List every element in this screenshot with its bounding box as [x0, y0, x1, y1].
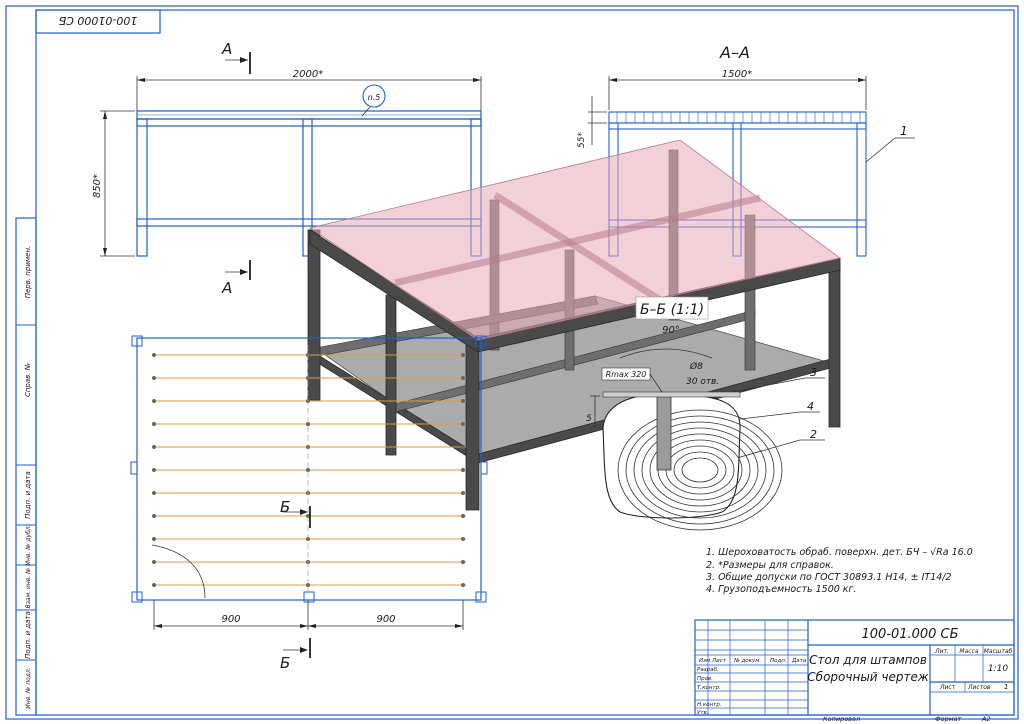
tb-role-1: Разраб. — [697, 667, 719, 673]
tb-col-izm: Изм. — [699, 658, 712, 664]
detail-roughness: Rmax 320 — [606, 370, 647, 379]
section-bb-title: Б–Б (1:1) — [640, 302, 704, 318]
note-4: 4. Грузоподъемность 1500 кг. — [706, 584, 857, 595]
title-scale: 1:10 — [988, 664, 1008, 674]
dim-plan-right: 900 — [376, 614, 395, 625]
tb-role-3: Т.контр. — [697, 685, 721, 691]
title-sheets-count: 1 — [1004, 683, 1008, 691]
note-2: 2. *Размеры для справок. — [706, 560, 834, 571]
title-block: 100-01.000 СБ Стол для штампов Сборочный… — [694, 619, 1015, 716]
strip-label-3: Подп. и дата — [24, 471, 32, 519]
leader-2: 2 — [810, 428, 817, 441]
copied-label: Копировал — [823, 715, 860, 723]
format-label: Формат — [935, 715, 962, 723]
note-1: 1. Шероховатость обраб. поверхн. дет. БЧ… — [706, 547, 973, 558]
left-side-strip: Перв. примен. Справ. № Подп. и дата Инв.… — [15, 217, 37, 716]
leader-3: 3 — [810, 366, 817, 379]
title-sheets: Листов — [967, 684, 991, 691]
dim-front-height: 850* — [92, 174, 103, 198]
tb-role-6: Утв. — [697, 710, 709, 716]
strip-label-5: Взам. инв. № — [25, 568, 32, 609]
section-b-marker-top: Б — [280, 498, 290, 516]
tb-col-sign: Подп. — [770, 658, 787, 664]
title-col-lit: Лит. — [934, 648, 949, 655]
dim-side-width: 1500* — [722, 69, 752, 80]
assembly-drawing-sheet: 100-01000 СБ Перв. примен. Справ. № Подп… — [5, 5, 1019, 723]
title-name-2: Сборочный чертеж — [807, 670, 929, 684]
title-doc-number: 100-01.000 СБ — [861, 627, 958, 642]
detail-angle: 90° — [662, 325, 680, 336]
technical-notes: 1. Шероховатость обраб. поверхн. дет. БЧ… — [706, 547, 973, 595]
tb-col-date: Дата — [791, 658, 807, 664]
format-value: А2 — [981, 715, 991, 723]
dim-plan-left: 900 — [221, 614, 240, 625]
section-a-marker-top: А — [221, 40, 232, 58]
strip-label-2: Справ. № — [24, 363, 32, 397]
detail-depth: 5 — [586, 414, 592, 424]
tb-col-doc: № докум. — [733, 658, 761, 664]
note-3: 3. Общие допуски по ГОСТ 30893.1 Н14, ± … — [706, 572, 952, 583]
section-aa-title: А–А — [719, 43, 750, 62]
tb-role-5: Н.контр. — [697, 702, 722, 708]
title-sheet: Лист — [939, 684, 956, 691]
title-col-mass: Масса — [959, 648, 978, 655]
tb-col-list: Лист — [711, 658, 727, 664]
isometric-view: 3 4 2 — [307, 139, 841, 511]
strip-label-4: Инв. № дубл. — [25, 524, 32, 565]
callout-n5: n.5 — [368, 93, 381, 102]
title-name-1: Стол для штампов — [809, 653, 927, 667]
top-stamp-text: 100-01000 СБ — [59, 14, 138, 27]
top-stamp: 100-01000 СБ — [35, 9, 161, 34]
detail-dia: Ø8 — [689, 361, 703, 372]
leader-4: 4 — [807, 400, 814, 413]
strip-label-1: Перв. примен. — [24, 246, 32, 299]
strip-label-6: Подп. и дата — [24, 611, 32, 659]
leader-1: 1 — [900, 124, 908, 138]
title-col-scale: Масштаб — [984, 648, 1013, 655]
detail-holes: 30 отв. — [686, 377, 719, 387]
section-b-marker-bottom: Б — [280, 654, 290, 672]
dim-front-width: 2000* — [293, 69, 323, 80]
strip-label-7: Инв. № подл. — [25, 667, 32, 708]
tb-role-2: Пров. — [697, 676, 713, 682]
dim-side-top: 55* — [577, 132, 587, 148]
section-a-marker-bottom: А — [221, 279, 232, 297]
